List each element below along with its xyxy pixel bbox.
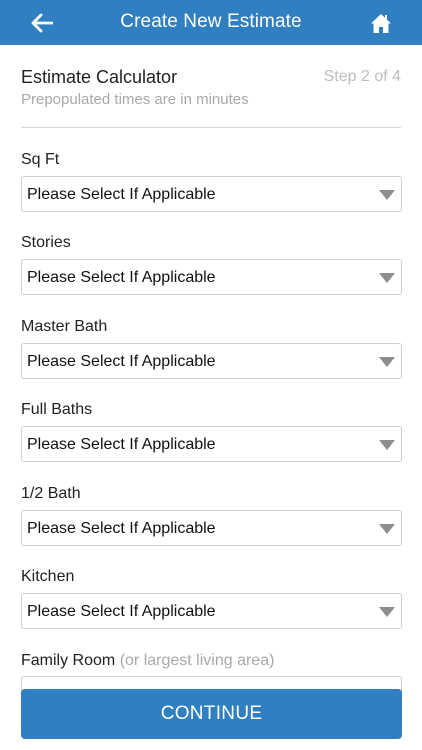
- step-indicator: Step 2 of 4: [323, 68, 401, 85]
- select-value: Please Select If Applicable: [27, 269, 216, 286]
- kitchen-select[interactable]: Please Select If Applicable: [21, 593, 402, 629]
- select-value: Please Select If Applicable: [27, 186, 216, 203]
- field-label: 1/2 Bath: [21, 485, 81, 502]
- chevron-down-icon: [379, 357, 395, 367]
- continue-button[interactable]: CONTINUE: [21, 689, 402, 739]
- field-label-hint: (or largest living area): [119, 652, 275, 669]
- select-value: Please Select If Applicable: [27, 603, 216, 620]
- field-label: Master Bath: [21, 318, 108, 335]
- divider: [21, 127, 401, 128]
- home-icon: [371, 13, 391, 33]
- chevron-down-icon: [379, 440, 395, 450]
- field-label-text: Family Room: [21, 652, 116, 669]
- full-baths-select[interactable]: Please Select If Applicable: [21, 426, 402, 462]
- estimate-screen: Create New Estimate Estimate Calculator …: [0, 0, 422, 750]
- chevron-down-icon: [379, 607, 395, 617]
- select-value: Please Select If Applicable: [27, 520, 216, 537]
- calculator-title: Estimate Calculator: [21, 67, 178, 87]
- field-sq-ft: Sq Ft Please Select If Applicable: [21, 150, 402, 212]
- field-kitchen: Kitchen Please Select If Applicable: [21, 567, 402, 629]
- field-master-bath: Master Bath Please Select If Applicable: [21, 317, 402, 379]
- field-label: Family Room (or largest living area): [21, 651, 402, 671]
- select-value: Please Select If Applicable: [27, 353, 216, 370]
- half-bath-select[interactable]: Please Select If Applicable: [21, 510, 402, 546]
- sq-ft-select[interactable]: Please Select If Applicable: [21, 176, 402, 212]
- select-value: Please Select If Applicable: [27, 436, 216, 453]
- page-title: Create New Estimate: [120, 11, 302, 32]
- app-header: Create New Estimate: [0, 0, 422, 45]
- chevron-down-icon: [379, 524, 395, 534]
- chevron-down-icon: [379, 190, 395, 200]
- master-bath-select[interactable]: Please Select If Applicable: [21, 343, 402, 379]
- field-half-bath: 1/2 Bath Please Select If Applicable: [21, 484, 402, 546]
- field-label: Stories: [21, 234, 71, 251]
- field-full-baths: Full Baths Please Select If Applicable: [21, 400, 402, 462]
- field-family-room: Family Room (or largest living area): [21, 651, 402, 671]
- field-label: Sq Ft: [21, 151, 60, 168]
- field-stories: Stories Please Select If Applicable: [21, 233, 402, 295]
- field-label: Full Baths: [21, 401, 93, 418]
- calculator-subtitle: Prepopulated times are in minutes: [21, 91, 249, 108]
- chevron-down-icon: [379, 273, 395, 283]
- stories-select[interactable]: Please Select If Applicable: [21, 259, 402, 295]
- field-label: Kitchen: [21, 568, 75, 585]
- home-button[interactable]: [368, 10, 394, 36]
